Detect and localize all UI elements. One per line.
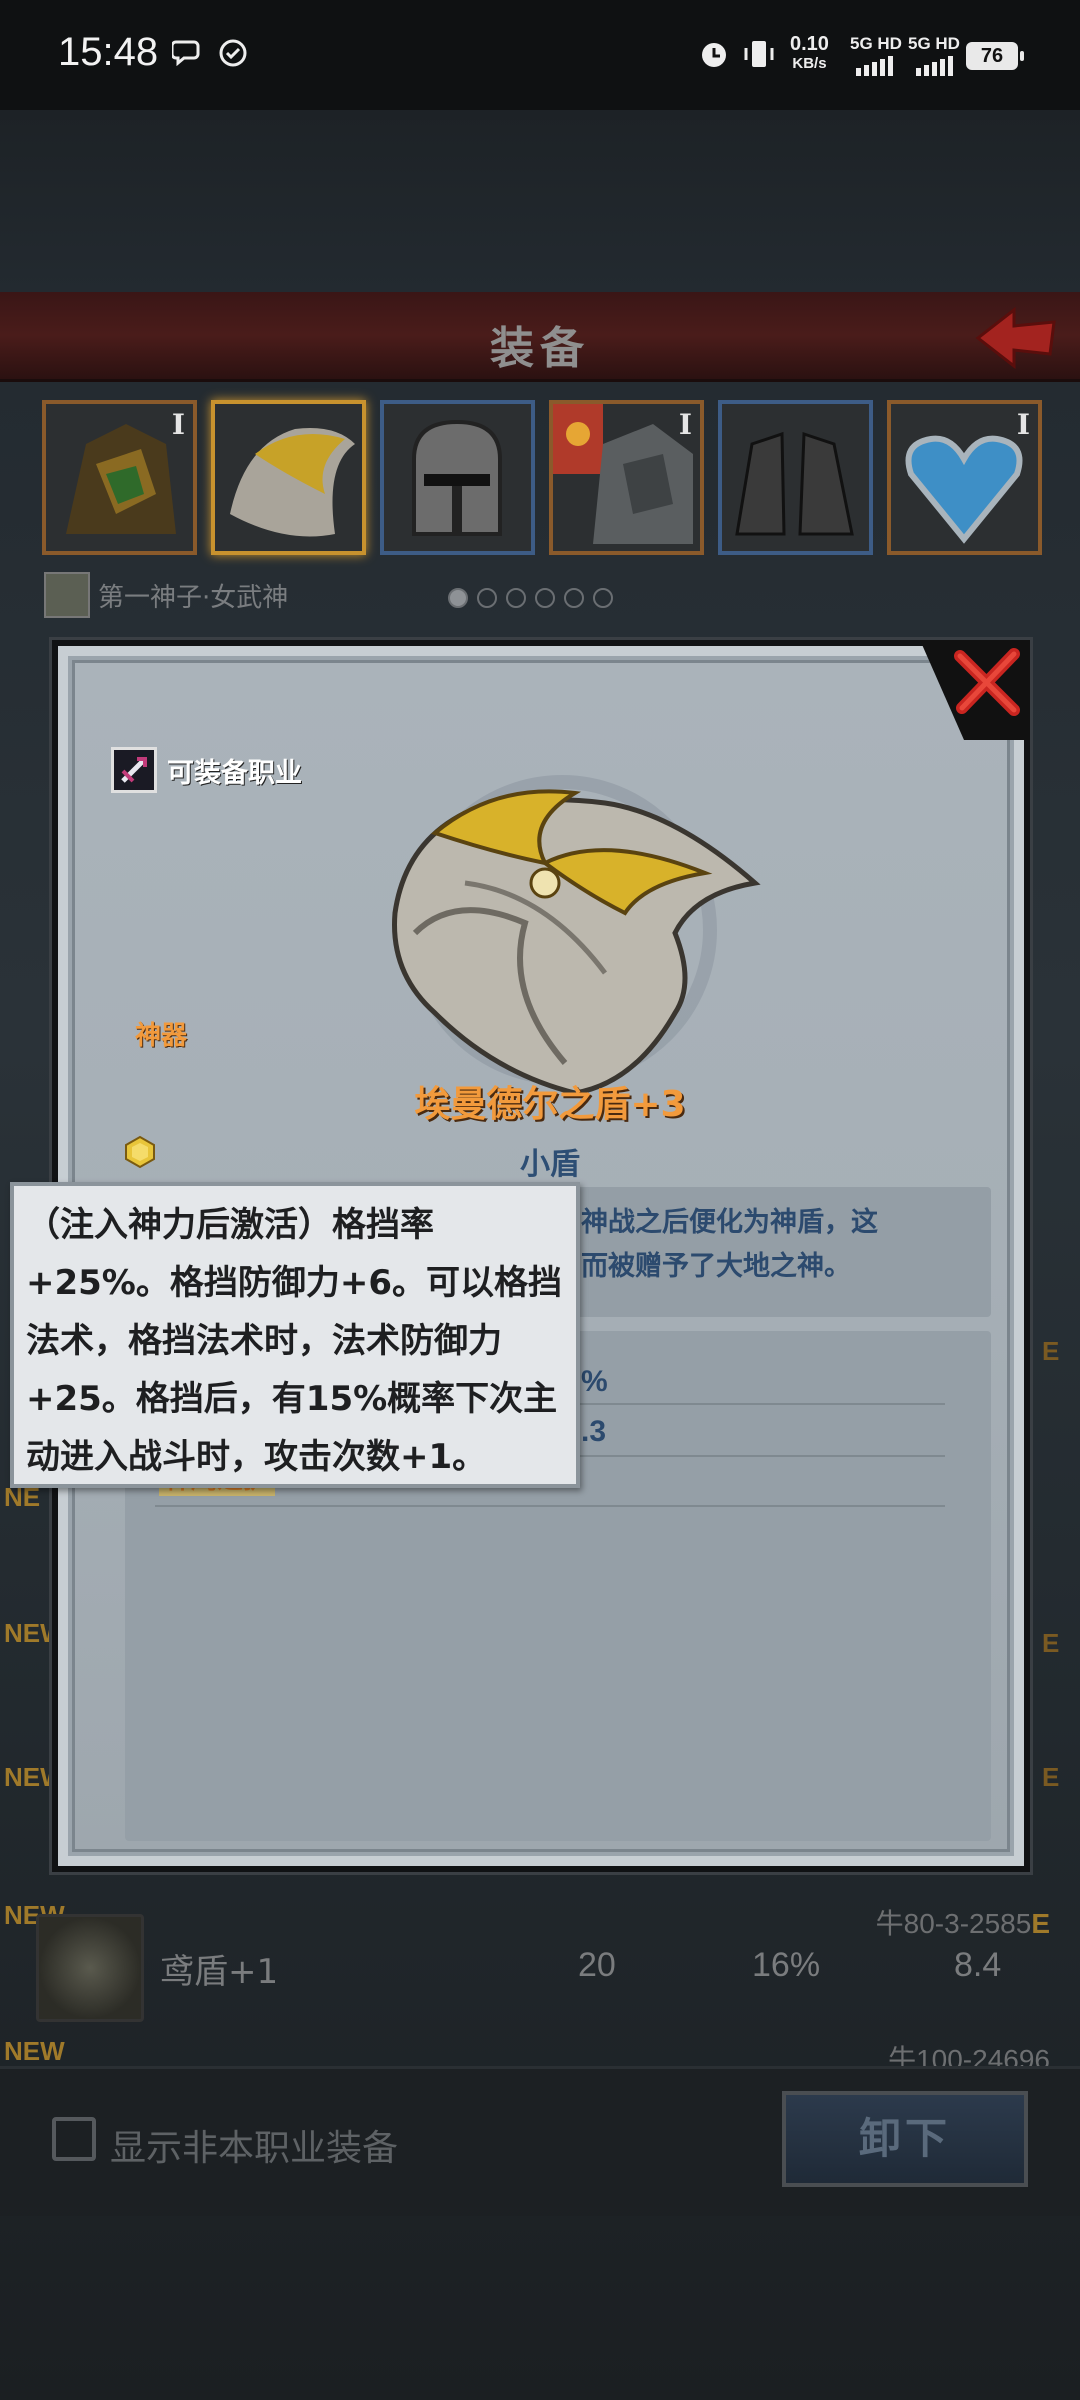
- equipment-list-item[interactable]: NEW 牛100-24696: [0, 2036, 1080, 2066]
- show-other-class-checkbox[interactable]: [52, 2117, 96, 2161]
- title-bar: 装备: [0, 292, 1080, 382]
- edge-badge: E: [1042, 1628, 1060, 1658]
- slot-amulet[interactable]: I: [887, 400, 1042, 555]
- winged-shield-icon: [392, 789, 761, 1096]
- knight-helmet-icon: [412, 419, 502, 536]
- chat-bubble-icon: [170, 38, 202, 73]
- vibrate-icon: [742, 38, 776, 77]
- hero-avatar: [44, 572, 90, 618]
- slot-shield[interactable]: [211, 400, 366, 555]
- hero-selector[interactable]: 第一神子·女武神: [44, 572, 288, 618]
- unequip-button[interactable]: 卸下: [782, 2091, 1028, 2187]
- tooltip-text: （注入神力后激活）格挡率+25%。格挡防御力+6。可以格挡法术，格挡法术时，法术…: [26, 1205, 563, 1477]
- status-bar: 15:48 0.10 KB/s 5G HD 5G HD 76: [0, 0, 1080, 110]
- slot-body-armor[interactable]: I: [549, 400, 704, 555]
- edge-badge: E: [1042, 1336, 1060, 1366]
- slot-helmet[interactable]: [380, 400, 535, 555]
- clock: 15:48: [58, 30, 159, 74]
- item-code-text: 牛80-3-2585: [875, 1908, 1032, 1939]
- item-name: 鸢盾+1: [160, 1952, 279, 1992]
- sim1-label: 5G HD: [850, 34, 902, 53]
- page-title: 装备: [490, 323, 590, 374]
- item-title: 埃曼德尔之盾+3: [414, 1084, 686, 1125]
- close-icon: [954, 648, 1020, 716]
- stat-value: %: [581, 1365, 608, 1398]
- item-code-suffix: E: [1031, 1908, 1050, 1939]
- page-dot: [506, 588, 526, 608]
- tier-label: I: [678, 408, 692, 441]
- item-stat-3: 8.4: [954, 1946, 1002, 1984]
- equippable-classes-label: 可装备职业: [167, 757, 302, 789]
- net-speed-value: 0.10: [790, 33, 829, 55]
- item-code: 牛100-24696: [888, 2044, 1050, 2066]
- page-dot: [448, 588, 468, 608]
- page-dot: [477, 588, 497, 608]
- equippable-classes[interactable]: 可装备职业: [111, 747, 302, 793]
- item-code: 牛80-3-2585E: [876, 1902, 1050, 1942]
- net-speed: 0.10 KB/s: [790, 34, 829, 74]
- alarm-icon: [698, 38, 730, 77]
- item-type: 小盾: [520, 1147, 580, 1182]
- winged-shield-icon: [230, 428, 355, 537]
- item-stat-2: 16%: [752, 1946, 821, 1984]
- battery-icon: 76: [966, 42, 1024, 70]
- tier-label: I: [1016, 408, 1030, 441]
- page-indicator: [448, 588, 613, 608]
- item-description: 神战之后便化为神盾，这 而被赠予了大地之神。: [581, 1201, 1001, 1289]
- net-speed-unit: KB/s: [792, 55, 827, 72]
- slot-boots[interactable]: [718, 400, 873, 555]
- tier-label: I: [171, 408, 185, 441]
- item-stat-1: 20: [578, 1946, 616, 1984]
- check-circle-icon: [218, 38, 248, 75]
- sim2-signal-icon: [916, 56, 953, 76]
- skill-tooltip: （注入神力后激活）格挡率+25%。格挡防御力+6。可以格挡法术，格挡法术时，法术…: [10, 1182, 580, 1488]
- equipment-slot-bar: I I I: [42, 400, 1042, 555]
- class-sword-icon: [111, 747, 157, 793]
- sim2-label: 5G HD: [908, 34, 960, 53]
- checkbox-label: 显示非本职业装备: [110, 2128, 399, 2169]
- rarity-label: 神器: [135, 1021, 188, 1051]
- page-dot: [535, 588, 555, 608]
- stat-value: .3: [581, 1415, 607, 1448]
- description-line: 而被赠予了大地之神。: [581, 1251, 851, 1282]
- bottom-bar: 显示非本职业装备 卸下: [0, 2066, 1080, 2216]
- new-badge: NEW: [4, 2036, 65, 2066]
- kite-shield-icon: [36, 1914, 144, 2022]
- hero-name: 第一神子·女武神: [98, 582, 289, 613]
- page-dot: [593, 588, 613, 608]
- iron-boots-icon: [735, 431, 854, 536]
- back-arrow-icon[interactable]: [970, 304, 1060, 370]
- page-dot: [564, 588, 584, 608]
- edge-badge: E: [1042, 1762, 1060, 1792]
- description-line: 神战之后便化为神盾，这: [581, 1207, 878, 1238]
- stat-divider: [155, 1505, 945, 1507]
- slot-armor[interactable]: I: [42, 400, 197, 555]
- sim1-signal-icon: [856, 56, 893, 76]
- equipment-list-item[interactable]: NEW 牛80-3-2585E 鸢盾+1 20 16% 8.4: [0, 1894, 1080, 2034]
